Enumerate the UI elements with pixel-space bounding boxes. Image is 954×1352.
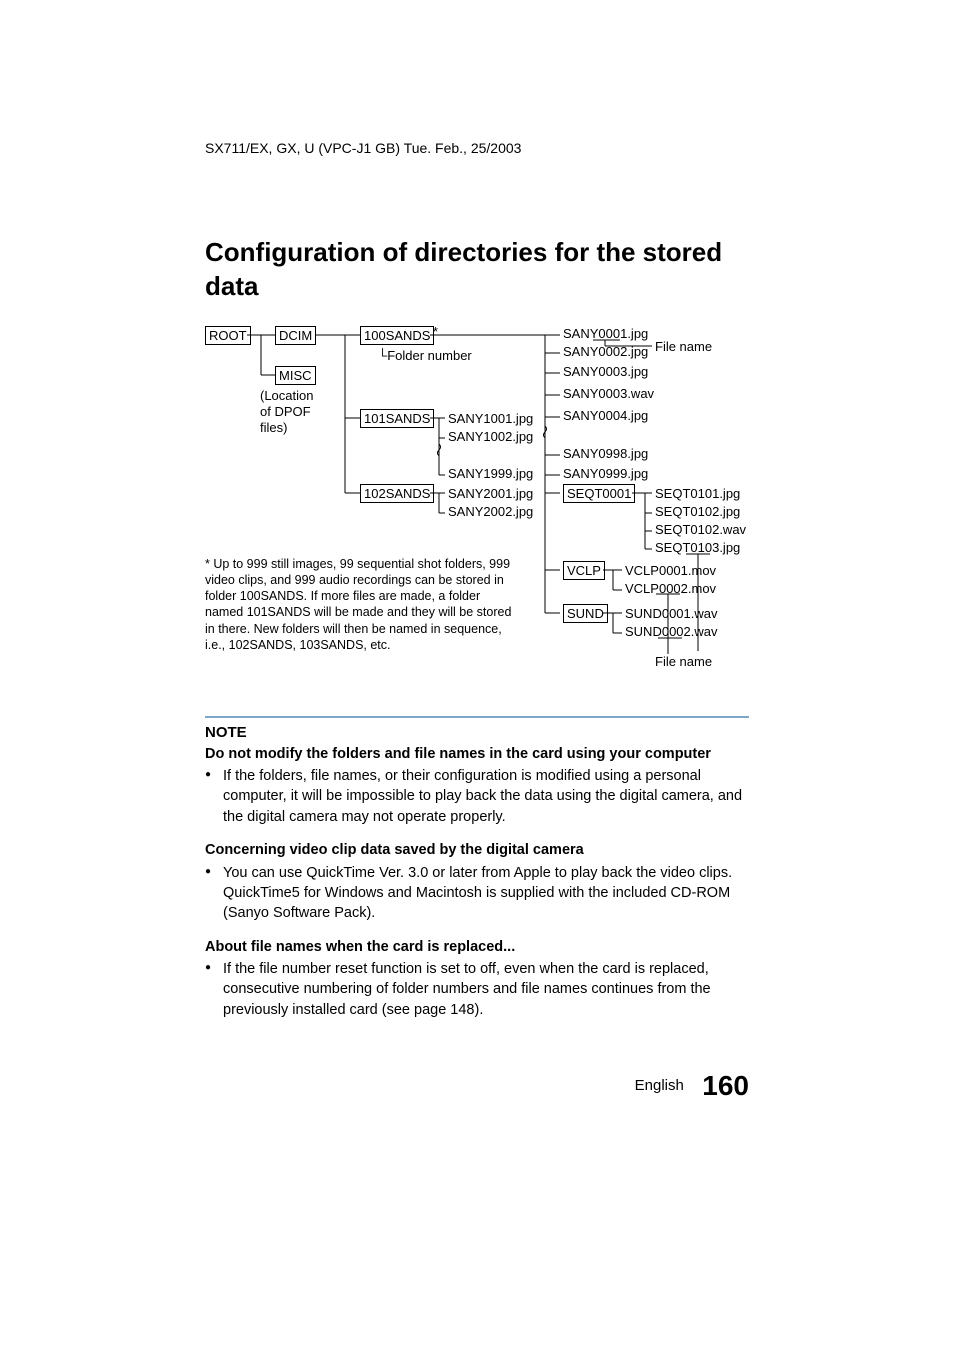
note-bullet-2a: You can use QuickTime Ver. 3.0 or later …: [223, 865, 732, 881]
note-sub-3: About file names when the card is replac…: [205, 938, 749, 958]
diagram-footnote: * Up to 999 still images, 99 sequential …: [205, 556, 515, 654]
running-header: SX711/EX, GX, U (VPC-J1 GB) Tue. Feb., 2…: [205, 140, 859, 156]
note-block: NOTE Do not modify the folders and file …: [205, 716, 749, 1020]
page-title: Configuration of directories for the sto…: [95, 236, 859, 304]
note-heading: NOTE: [205, 724, 749, 741]
note-rule: [205, 716, 749, 718]
page-footer: English 160: [95, 1070, 749, 1102]
note-sub-1: Do not modify the folders and file names…: [205, 745, 749, 765]
note-bullet-1: If the folders, file names, or their con…: [205, 766, 749, 827]
note-sub-2: Concerning video clip data saved by the …: [205, 841, 749, 861]
footer-language: English: [635, 1077, 684, 1094]
footer-page-number: 160: [702, 1070, 749, 1101]
note-bullet-2b: QuickTime5 for Windows and Macintosh is …: [223, 883, 749, 924]
note-bullet-2: You can use QuickTime Ver. 3.0 or later …: [205, 863, 749, 924]
note-bullet-3: If the file number reset function is set…: [205, 959, 749, 1020]
directory-diagram: ROOT DCIM MISC (Location of DPOF files) …: [205, 326, 849, 696]
